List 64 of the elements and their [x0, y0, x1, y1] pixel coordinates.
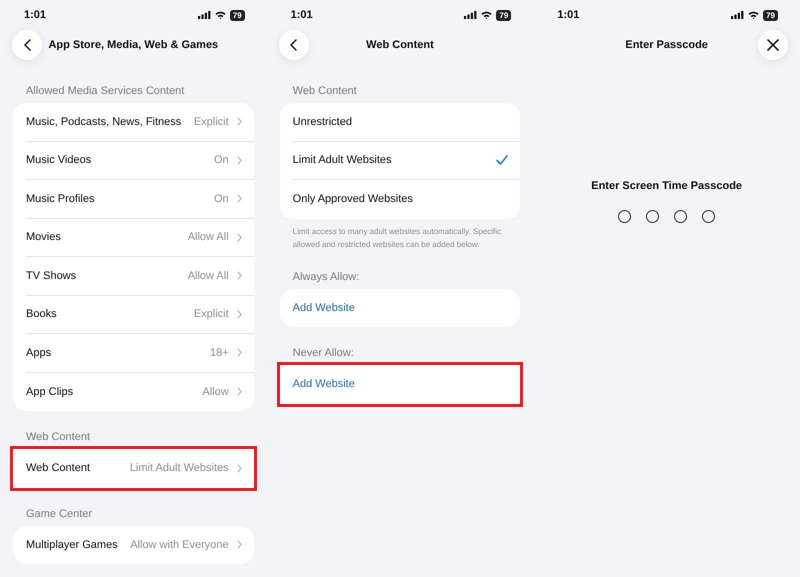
- wifi-icon: [481, 11, 492, 19]
- screen-title: Web Content: [366, 39, 434, 51]
- row-label[interactable]: Multiplayer Games: [26, 538, 126, 551]
- chevron-icon: [236, 387, 242, 396]
- signal-icon: [731, 11, 744, 19]
- row-value: Allow with Everyone: [130, 538, 229, 551]
- section-header: Always Allow:: [292, 270, 360, 284]
- battery-level: 79: [763, 10, 778, 20]
- row-value: Allow All: [188, 231, 229, 244]
- row-value: Explicit: [194, 116, 229, 128]
- signal-icon: [198, 11, 211, 19]
- battery-level: 79: [496, 10, 512, 20]
- signal-icon: [464, 11, 478, 19]
- status-time: 1:01: [557, 9, 580, 21]
- row-label[interactable]: Music Videos: [26, 154, 209, 166]
- row-label[interactable]: Apps: [26, 346, 205, 359]
- row-label[interactable]: Web Content: [26, 462, 125, 474]
- chevron-icon: [236, 194, 242, 204]
- row-value: Allow: [202, 386, 229, 398]
- chevron-icon: [236, 271, 242, 280]
- chevron-icon: [236, 156, 242, 165]
- add-website-link[interactable]: Add Website: [292, 302, 508, 314]
- section-header: Game Center: [25, 506, 94, 522]
- section-header: Web Content: [25, 430, 92, 445]
- status-time: 1:01: [24, 9, 46, 21]
- row-value: On: [214, 192, 229, 205]
- option-label[interactable]: Unrestricted: [292, 116, 492, 128]
- row-value: Limit Adult Websites: [130, 462, 229, 474]
- back-icon: [290, 39, 298, 51]
- row-label[interactable]: Books: [26, 308, 189, 320]
- chevron-icon: [236, 232, 242, 242]
- option-label[interactable]: Limit Adult Websites: [292, 154, 492, 166]
- wifi-icon: [214, 11, 226, 19]
- close-button[interactable]: [758, 30, 788, 60]
- chevron-icon: [236, 117, 242, 126]
- screen-title: App Store, Media, Web & Games: [48, 39, 218, 51]
- row-value: Explicit: [194, 308, 229, 320]
- close-icon: [766, 39, 779, 51]
- row-value: 18+: [210, 346, 229, 359]
- section-header: Allowed Media Services Content: [25, 84, 186, 99]
- row-label[interactable]: Music, Podcasts, News, Fitness: [26, 116, 189, 128]
- section-footer: Limit access to many adult websites automatically. Specific allowed and restricted websites can be added below.: [280, 218, 520, 250]
- passcode-prompt: Enter Screen Time Passcode: [591, 180, 742, 192]
- back-button[interactable]: [12, 30, 42, 60]
- row-value: Allow All: [188, 270, 229, 282]
- back-icon: [24, 39, 30, 51]
- chevron-icon: [236, 310, 242, 319]
- chevron-icon: [236, 540, 242, 550]
- status-time: 1:01: [290, 9, 313, 21]
- row-label[interactable]: Music Profiles: [26, 192, 209, 205]
- screen-title: Enter Passcode: [625, 39, 708, 51]
- chevron-icon: [236, 464, 242, 473]
- option-label[interactable]: Only Approved Websites: [292, 193, 492, 206]
- wifi-icon: [748, 11, 760, 19]
- row-label[interactable]: TV Shows: [26, 270, 183, 282]
- section-header: Web Content: [292, 84, 358, 99]
- row-label[interactable]: App Clips: [26, 386, 198, 398]
- row-label[interactable]: Movies: [26, 231, 183, 244]
- back-button[interactable]: [278, 30, 309, 60]
- row-value: On: [214, 154, 229, 166]
- add-website-link[interactable]: Add Website: [292, 378, 508, 390]
- battery-level: 79: [230, 10, 245, 20]
- section-header: Never Allow:: [292, 346, 355, 361]
- chevron-icon: [236, 348, 242, 358]
